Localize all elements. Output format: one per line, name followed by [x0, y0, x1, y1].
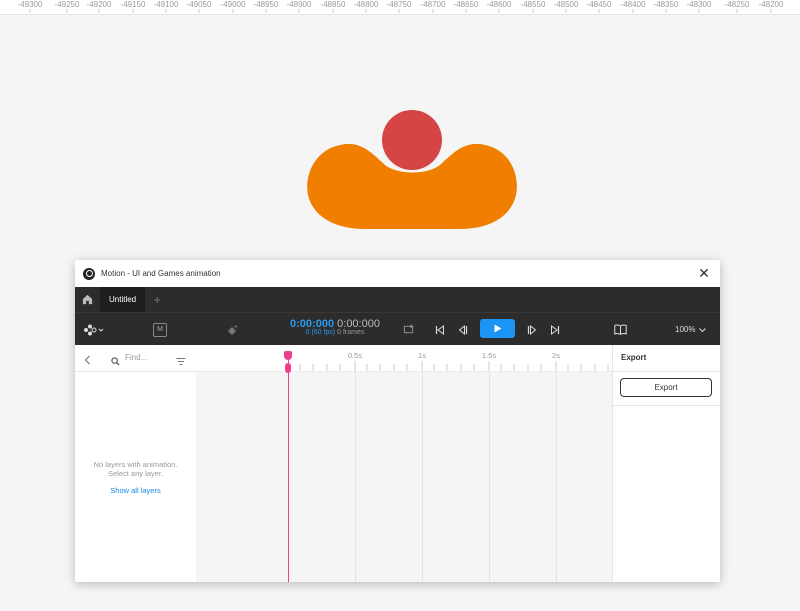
ruler-tick: -48200	[758, 0, 784, 13]
motion-logo-icon	[83, 267, 95, 280]
ruler-tick: -48400	[620, 0, 646, 13]
divider	[613, 371, 720, 372]
timeline-label: 1s	[418, 351, 426, 360]
frames-text: 0 frames	[337, 329, 365, 336]
ruler-tick: -49200	[86, 0, 112, 13]
ruler-tick: -48750	[386, 0, 412, 13]
timeline-gridline	[422, 371, 423, 582]
ruler-tick: -49000	[220, 0, 246, 13]
back-chevron-icon[interactable]	[84, 352, 91, 370]
ruler-tick: -48600	[486, 0, 512, 13]
ruler-tick: -48850	[320, 0, 346, 13]
tab-untitled[interactable]: Untitled	[100, 287, 146, 312]
timeline-gridline	[556, 371, 557, 582]
add-keyframe-icon[interactable]	[225, 313, 241, 346]
empty-line-2: Select any layer.	[107, 469, 164, 478]
filter-icon[interactable]	[176, 353, 186, 371]
skip-to-end-icon[interactable]	[548, 313, 562, 346]
layer-tool-dropdown[interactable]	[81, 313, 107, 346]
step-back-icon[interactable]	[456, 313, 470, 346]
tab-label: Untitled	[109, 295, 137, 304]
ruler-tick: -49250	[54, 0, 80, 13]
export-panel-title: Export	[621, 353, 647, 362]
window-title: Motion - UI and Games animation	[101, 269, 221, 278]
play-button[interactable]	[480, 319, 515, 338]
ruler-tick: -49300	[17, 0, 43, 13]
close-icon[interactable]: ✕	[696, 265, 712, 281]
m-label: M	[153, 322, 167, 337]
layers-panel-header: Find...	[75, 345, 196, 372]
loop-icon[interactable]	[401, 313, 415, 346]
ruler-tick: -49150	[120, 0, 146, 13]
ruler-tick: -48950	[253, 0, 279, 13]
ruler-tick: -48500	[553, 0, 579, 13]
red-circle-shape[interactable]	[382, 110, 442, 170]
window-titlebar: Motion - UI and Games animation ✕	[75, 260, 720, 288]
nodes-icon	[84, 324, 104, 335]
timeline-area[interactable]: 0.5s 1s 1.5s 2s	[196, 345, 612, 582]
tab-bar: Untitled +	[75, 287, 720, 312]
timeline-gridline	[355, 371, 356, 582]
export-button[interactable]: Export	[620, 378, 712, 397]
docs-book-icon[interactable]	[612, 313, 628, 346]
playhead-handle[interactable]	[284, 351, 292, 360]
ruler-tick: -48900	[286, 0, 312, 13]
ruler-tick: -48350	[653, 0, 679, 13]
add-tab-icon[interactable]: +	[145, 287, 169, 312]
timeline-gridline	[489, 371, 490, 582]
empty-layers-message: No layers with animation. Select any lay…	[75, 460, 196, 478]
home-icon[interactable]	[75, 287, 100, 312]
find-input[interactable]: Find...	[125, 353, 147, 362]
ruler-tick: -48650	[453, 0, 479, 13]
canvas-ruler: -49300 -49250 -49200 -49150 -49100 -4905…	[0, 0, 800, 15]
ruler-tick: -49050	[186, 0, 212, 13]
animation-toolbar: M 0:00:000 0:00:000 0 (60 fps) 0 frames	[75, 312, 720, 346]
plugin-window: Motion - UI and Games animation ✕ Untitl…	[75, 260, 720, 582]
step-forward-icon[interactable]	[525, 313, 539, 346]
canvas-artwork[interactable]	[300, 105, 525, 235]
show-all-layers-link[interactable]: Show all layers	[75, 486, 196, 495]
timeline-ruler[interactable]: 0.5s 1s 1.5s 2s	[196, 345, 612, 372]
divider	[613, 405, 720, 406]
time-display: 0:00:000 0:00:000 0 (60 fps) 0 frames	[275, 318, 395, 336]
layers-panel: Find... No layers with animation. Select…	[75, 345, 197, 582]
ruler-tick: -48250	[724, 0, 750, 13]
playhead-marker[interactable]	[285, 363, 291, 373]
ruler-tick: -48550	[520, 0, 546, 13]
chevron-down-icon	[699, 327, 707, 332]
search-icon	[111, 353, 120, 371]
timeline-label: 1.5s	[481, 351, 497, 360]
export-panel: Export Export	[612, 345, 720, 582]
ruler-tick: -48450	[586, 0, 612, 13]
ruler-tick: -48700	[420, 0, 446, 13]
timeline-label: 2s	[552, 351, 560, 360]
play-icon	[494, 324, 501, 333]
ruler-tick: -49100	[153, 0, 179, 13]
zoom-dropdown[interactable]: 100%	[675, 313, 707, 346]
ruler-tick: -48300	[686, 0, 712, 13]
ruler-tick: -48800	[353, 0, 379, 13]
timeline-ruler-ticks	[299, 361, 609, 371]
empty-line-1: No layers with animation.	[93, 460, 178, 469]
motion-mode-button[interactable]: M	[152, 313, 168, 346]
fps-text: 0 (60 fps)	[305, 329, 336, 336]
playhead-line[interactable]	[288, 353, 289, 582]
skip-to-start-icon[interactable]	[433, 313, 447, 346]
timeline-label: 0.5s	[347, 351, 363, 360]
zoom-value: 100%	[675, 325, 696, 334]
